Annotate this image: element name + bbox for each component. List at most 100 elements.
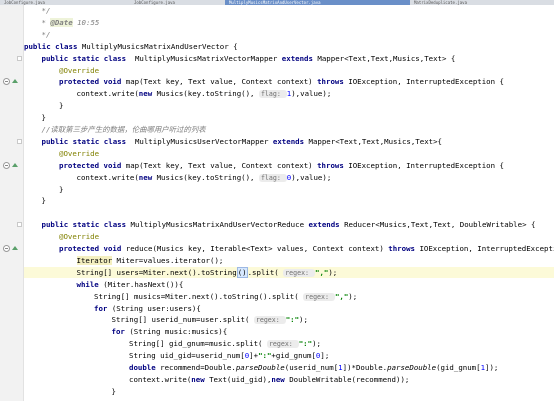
code-token: public static class (41, 53, 131, 63)
code-line[interactable]: * @Date 10:55 (24, 17, 99, 28)
code-token: String[] users=Miter.next().toString (76, 267, 237, 277)
code-token: ])*Double. (342, 363, 388, 372)
code-token: @Override (59, 65, 100, 75)
code-token: protected void (59, 77, 126, 87)
override-method-icon[interactable] (3, 78, 10, 86)
code-token: String[] userid_num=user.split( (111, 315, 254, 325)
code-line[interactable]: while (Miter.hasNext()){ (24, 279, 184, 290)
code-token: (gid_gnum[ (436, 363, 481, 372)
code-token: (Miter.hasNext()){ (103, 279, 184, 289)
code-line[interactable]: } (24, 100, 63, 111)
code-token: ),value); (291, 172, 332, 182)
code-line[interactable]: } (24, 184, 63, 195)
code-token: while (76, 279, 104, 289)
code-line[interactable]: String[] users=Miter.next().toString().s… (24, 266, 554, 278)
code-token: ); (348, 291, 358, 301)
code-token: Iterator (76, 255, 113, 265)
code-token: double (129, 363, 161, 372)
code-line[interactable]: context.write(new Musics(key.toString(),… (24, 172, 331, 183)
code-token: public static class (41, 136, 131, 146)
code-token: map(Text key, Text value, Context contex… (125, 77, 318, 87)
code-editor[interactable]: */* @Date 10:55 */public class MultiplyMu… (24, 5, 554, 401)
code-token: } (41, 196, 46, 206)
code-token: parseDouble (387, 363, 437, 372)
implements-arrow-icon[interactable] (12, 246, 18, 250)
code-line[interactable]: } (24, 195, 46, 206)
fold-toggle-icon[interactable] (17, 222, 22, 228)
code-token: () (236, 266, 248, 278)
code-token: map(Text key, Text value, Context contex… (125, 160, 318, 170)
code-token: IOException, InterruptedException { (348, 77, 504, 87)
code-token: throws (317, 160, 349, 170)
code-line[interactable]: protected void map(Text key, Text value,… (24, 160, 504, 171)
parameter-hint: regex: (303, 292, 335, 301)
fold-toggle-icon[interactable] (17, 55, 22, 61)
code-line[interactable]: String[] gid_gnum=music.split( regex: ":… (24, 338, 321, 349)
code-line[interactable]: @Override (24, 148, 99, 159)
code-line[interactable]: Iterator Miter=values.iterator(); (24, 255, 223, 266)
code-line[interactable]: String[] musics=Miter.next().toString().… (24, 291, 357, 302)
code-token: ]; (320, 351, 330, 361)
code-line[interactable]: for (String user:users){ (24, 303, 201, 314)
code-line[interactable]: */ (24, 5, 51, 16)
implements-arrow-icon[interactable] (12, 79, 18, 84)
code-token: ":" (298, 339, 313, 349)
override-method-icon[interactable] (3, 245, 10, 252)
implements-arrow-icon[interactable] (12, 162, 18, 167)
code-token: Miter=values.iterator(); (112, 255, 224, 265)
code-line[interactable]: public static class MultiplyMusicsMatrix… (24, 219, 536, 230)
code-token: IOException, InterruptedException { (348, 160, 504, 170)
code-token: for (111, 327, 130, 337)
code-token: reduce(Musics key, Iterable<Text> values… (125, 244, 389, 253)
code-token: public static class (41, 220, 131, 230)
code-line[interactable]: double recommend=Double.parseDouble(user… (24, 362, 498, 373)
code-token: parseDouble (235, 363, 285, 372)
code-token: new (191, 374, 210, 384)
code-line[interactable]: public static class MultiplyMusicsMatrix… (24, 53, 456, 64)
code-token: MultiplyMusicsMatrixVectorMapper (130, 53, 282, 63)
editor-gutter (0, 5, 24, 401)
code-line[interactable]: } (24, 112, 46, 123)
code-token: Mapper<Text,Text,Musics,Text> { (317, 53, 456, 63)
code-line[interactable]: public static class MultiplyMusicsUserVe… (24, 136, 443, 147)
code-token: Text(uid_gid), (209, 374, 272, 384)
code-token: } (59, 101, 64, 111)
code-token: protected void (59, 160, 126, 170)
override-method-icon[interactable] (3, 161, 10, 169)
code-token: ":" (258, 351, 272, 361)
code-line[interactable]: String[] userid_num=user.split( regex: "… (24, 314, 308, 325)
code-token: } (59, 184, 64, 194)
code-token: Reducer<Musics,Text,Text, DoubleWritable… (344, 220, 536, 230)
code-token: new (138, 89, 157, 99)
code-token: (userid_num[ (284, 363, 339, 372)
code-token: ":" (285, 315, 300, 325)
code-token: @Override (59, 232, 100, 242)
code-token: throws (317, 77, 349, 87)
code-line[interactable]: String uid_gid=userid_num[0]+":"+gid_gnu… (24, 350, 329, 361)
code-line[interactable]: public class MultiplyMusicsMatrixAndUser… (24, 41, 238, 52)
code-token: } (41, 113, 46, 123)
code-token: String uid_gid=userid_num[ (129, 351, 245, 361)
code-line[interactable]: protected void map(Text key, Text value,… (24, 76, 504, 87)
code-line[interactable]: //读取第三步产生的数据，伦曲哪用户听过的列表 (24, 124, 206, 135)
code-line[interactable]: for (String music:musics){ (24, 326, 228, 337)
code-token: MultiplyMusicsMatrixAndUserVector { (81, 41, 238, 51)
code-token: new (271, 374, 290, 384)
code-token: extends (281, 53, 318, 63)
code-token: ]+ (249, 351, 259, 361)
code-token: .split( (247, 267, 284, 277)
code-line[interactable]: */ (24, 29, 51, 40)
parameter-hint: flag: (258, 173, 287, 182)
fold-toggle-icon[interactable] (17, 138, 22, 144)
code-line[interactable]: context.write(new Musics(key.toString(),… (24, 88, 331, 99)
code-line[interactable]: protected void reduce(Musics key, Iterab… (24, 243, 554, 254)
code-line[interactable]: context.write(new Text(uid_gid),new Doub… (24, 374, 409, 385)
code-token: IOException, InterruptedException (419, 244, 554, 253)
code-line[interactable]: @Override (24, 231, 99, 242)
parameter-hint: regex: (266, 340, 299, 349)
code-line[interactable]: } (24, 386, 116, 397)
code-token: ); (312, 339, 321, 349)
code-line[interactable]: @Override (24, 65, 99, 76)
code-token: String[] musics=Miter.next().toString().… (94, 291, 304, 301)
code-token: @Override (59, 148, 100, 158)
